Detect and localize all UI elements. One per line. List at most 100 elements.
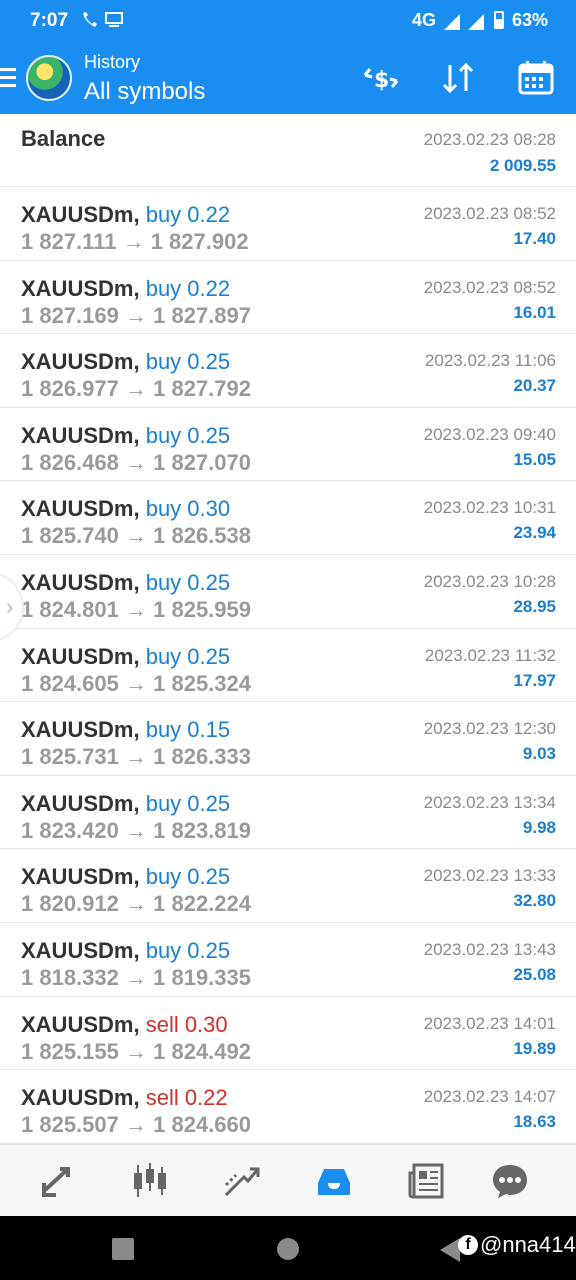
trade-side: buy 0.25	[145, 349, 231, 375]
trade-prices: 1 827.169 → 1 827.897	[21, 303, 251, 329]
open-price: 1 824.801	[21, 596, 119, 622]
symbol-name: XAUUSDm,	[21, 790, 140, 816]
close-price: 1 826.538	[153, 523, 251, 549]
trade-row[interactable]: XAUUSDm, buy 0.25 1 824.605 → 1 825.324 20…	[0, 629, 576, 703]
trade-side: buy 0.25	[145, 569, 231, 595]
trade-prices: 1 826.977 → 1 827.792	[21, 376, 251, 402]
trade-row[interactable]: XAUUSDm, buy 0.25 1 818.332 → 1 819.335 20…	[0, 923, 576, 997]
symbol-name: XAUUSDm,	[21, 1085, 140, 1111]
symbol-name: XAUUSDm,	[21, 275, 140, 301]
chart-icon[interactable]	[128, 1159, 172, 1203]
trade-symbol: XAUUSDm, buy 0.30	[21, 496, 230, 522]
trade-date: 2023.02.23 12:30	[423, 719, 556, 739]
trade-symbol: XAUUSDm, buy 0.15	[21, 717, 230, 743]
trade-symbol: XAUUSDm, buy 0.25	[21, 423, 230, 449]
trade-profit: 28.95	[513, 596, 556, 616]
symbol-name: XAUUSDm,	[21, 202, 140, 227]
trade-date: 2023.02.23 09:40	[423, 424, 556, 444]
trade-symbol: XAUUSDm, sell 0.22	[21, 1085, 228, 1111]
trade-prices: 1 818.332 → 1 819.335	[21, 965, 251, 991]
back-button[interactable]	[440, 1238, 460, 1262]
trade-side: buy 0.15	[145, 717, 231, 743]
menu-icon[interactable]	[0, 68, 16, 90]
trade-row[interactable]: XAUUSDm, buy 0.25 1 820.912 → 1 822.224 20…	[0, 849, 576, 923]
trade-prices: 1 826.468 → 1 827.070	[21, 450, 251, 476]
trade-profit: 17.97	[513, 670, 556, 690]
close-price: 1 825.959	[153, 596, 251, 622]
arrow-icon: →	[125, 1038, 147, 1064]
balance-row[interactable]: Balance 2023.02.23 08:28 2 009.55	[0, 114, 576, 187]
trade-date: 2023.02.23 11:06	[424, 351, 556, 371]
open-price: 1 827.169	[21, 302, 119, 328]
trade-symbol: XAUUSDm, buy 0.25	[21, 644, 230, 670]
trade-date: 2023.02.23 13:34	[423, 792, 556, 812]
trade-profit: 9.03	[522, 744, 556, 764]
trade-side: buy 0.25	[145, 790, 231, 816]
trade-profit: 15.05	[513, 449, 556, 469]
battery-icon	[494, 11, 504, 29]
trade-row[interactable]: XAUUSDm, buy 0.25 1 826.468 → 1 827.070 20…	[0, 408, 576, 482]
watermark-text: @nna414	[480, 1232, 576, 1257]
page-title[interactable]: All symbols	[84, 78, 205, 106]
trade-icon[interactable]	[220, 1159, 264, 1203]
arrow-icon: →	[122, 229, 145, 254]
arrow-icon: →	[125, 744, 147, 770]
trade-row[interactable]: XAUUSDm, buy 0.25 1 823.420 → 1 823.819 20…	[0, 776, 576, 850]
home-button[interactable]	[277, 1238, 299, 1260]
open-price: 1 826.977	[21, 376, 119, 402]
trade-row[interactable]: XAUUSDm, buy 0.30 1 825.740 → 1 826.538 20…	[0, 481, 576, 555]
deposit-filter-icon[interactable]: $	[360, 58, 402, 98]
trade-prices: 1 820.912 → 1 822.224	[21, 891, 251, 917]
arrow-icon: →	[125, 523, 147, 549]
history-icon[interactable]	[312, 1159, 356, 1203]
symbol-name: XAUUSDm,	[21, 937, 140, 963]
recent-apps-button[interactable]	[112, 1238, 134, 1260]
trade-row[interactable]: XAUUSDm, buy 0.22 1 827.111 → 1 827.902 20…	[0, 187, 576, 261]
trade-row[interactable]: XAUUSDm, buy 0.15 1 825.731 → 1 826.333 20…	[0, 702, 576, 776]
arrow-icon: →	[125, 449, 147, 475]
quotes-icon[interactable]	[36, 1159, 80, 1203]
close-price: 1 827.792	[153, 376, 251, 402]
network-type: 4G	[412, 10, 437, 30]
trade-prices: 1 825.731 → 1 826.333	[21, 744, 251, 770]
trade-date: 2023.02.23 13:33	[423, 866, 556, 886]
trade-profit: 23.94	[513, 523, 556, 543]
trade-side: buy 0.22	[145, 202, 231, 227]
open-price: 1 820.912	[21, 891, 119, 917]
arrow-icon: →	[125, 964, 147, 990]
open-price: 1 825.740	[21, 523, 119, 549]
symbol-name: XAUUSDm,	[21, 864, 140, 890]
trade-date: 2023.02.23 08:52	[423, 277, 556, 297]
history-list: Balance 2023.02.23 08:28 2 009.55 XAUUSD…	[0, 114, 576, 1144]
bottom-navigation	[0, 1144, 576, 1216]
sort-icon[interactable]	[437, 58, 479, 98]
calendar-icon[interactable]	[515, 58, 557, 98]
chat-icon[interactable]	[488, 1159, 532, 1203]
close-price: 1 826.333	[153, 744, 251, 770]
trade-profit: 9.98	[522, 817, 556, 837]
trade-row[interactable]: XAUUSDm, buy 0.25 1 824.801 → 1 825.959 20…	[0, 555, 576, 629]
balance-label: Balance	[21, 126, 106, 151]
arrow-icon: →	[125, 1112, 147, 1138]
trade-row[interactable]: XAUUSDm, sell 0.30 1 825.155 → 1 824.492 2…	[0, 997, 576, 1071]
close-price: 1 827.902	[150, 229, 249, 254]
trade-profit: 32.80	[513, 891, 556, 911]
news-icon[interactable]	[404, 1159, 448, 1203]
close-price: 1 827.070	[153, 449, 251, 475]
balance-value: 2 009.55	[489, 156, 556, 175]
trade-prices: 1 824.605 → 1 825.324	[21, 671, 251, 697]
trade-row[interactable]: XAUUSDm, buy 0.25 1 826.977 → 1 827.792 20…	[0, 334, 576, 408]
symbol-name: XAUUSDm,	[21, 717, 140, 743]
trade-side: buy 0.30	[145, 496, 231, 522]
trade-row[interactable]: XAUUSDm, buy 0.22 1 827.169 → 1 827.897 20…	[0, 261, 576, 335]
arrow-icon: →	[125, 302, 147, 328]
close-price: 1 822.224	[153, 891, 251, 917]
trade-date: 2023.02.23 14:01	[423, 1013, 556, 1033]
arrow-icon: →	[125, 670, 147, 696]
trade-row[interactable]: XAUUSDm, sell 0.22 1 825.507 → 1 824.660 2…	[0, 1070, 576, 1144]
trade-symbol: XAUUSDm, buy 0.25	[21, 791, 230, 817]
trade-prices: 1 825.740 → 1 826.538	[21, 523, 251, 549]
status-time: 7:07	[30, 10, 69, 31]
trade-date: 2023.02.23 13:43	[423, 939, 556, 959]
symbol-name: XAUUSDm,	[21, 422, 140, 448]
